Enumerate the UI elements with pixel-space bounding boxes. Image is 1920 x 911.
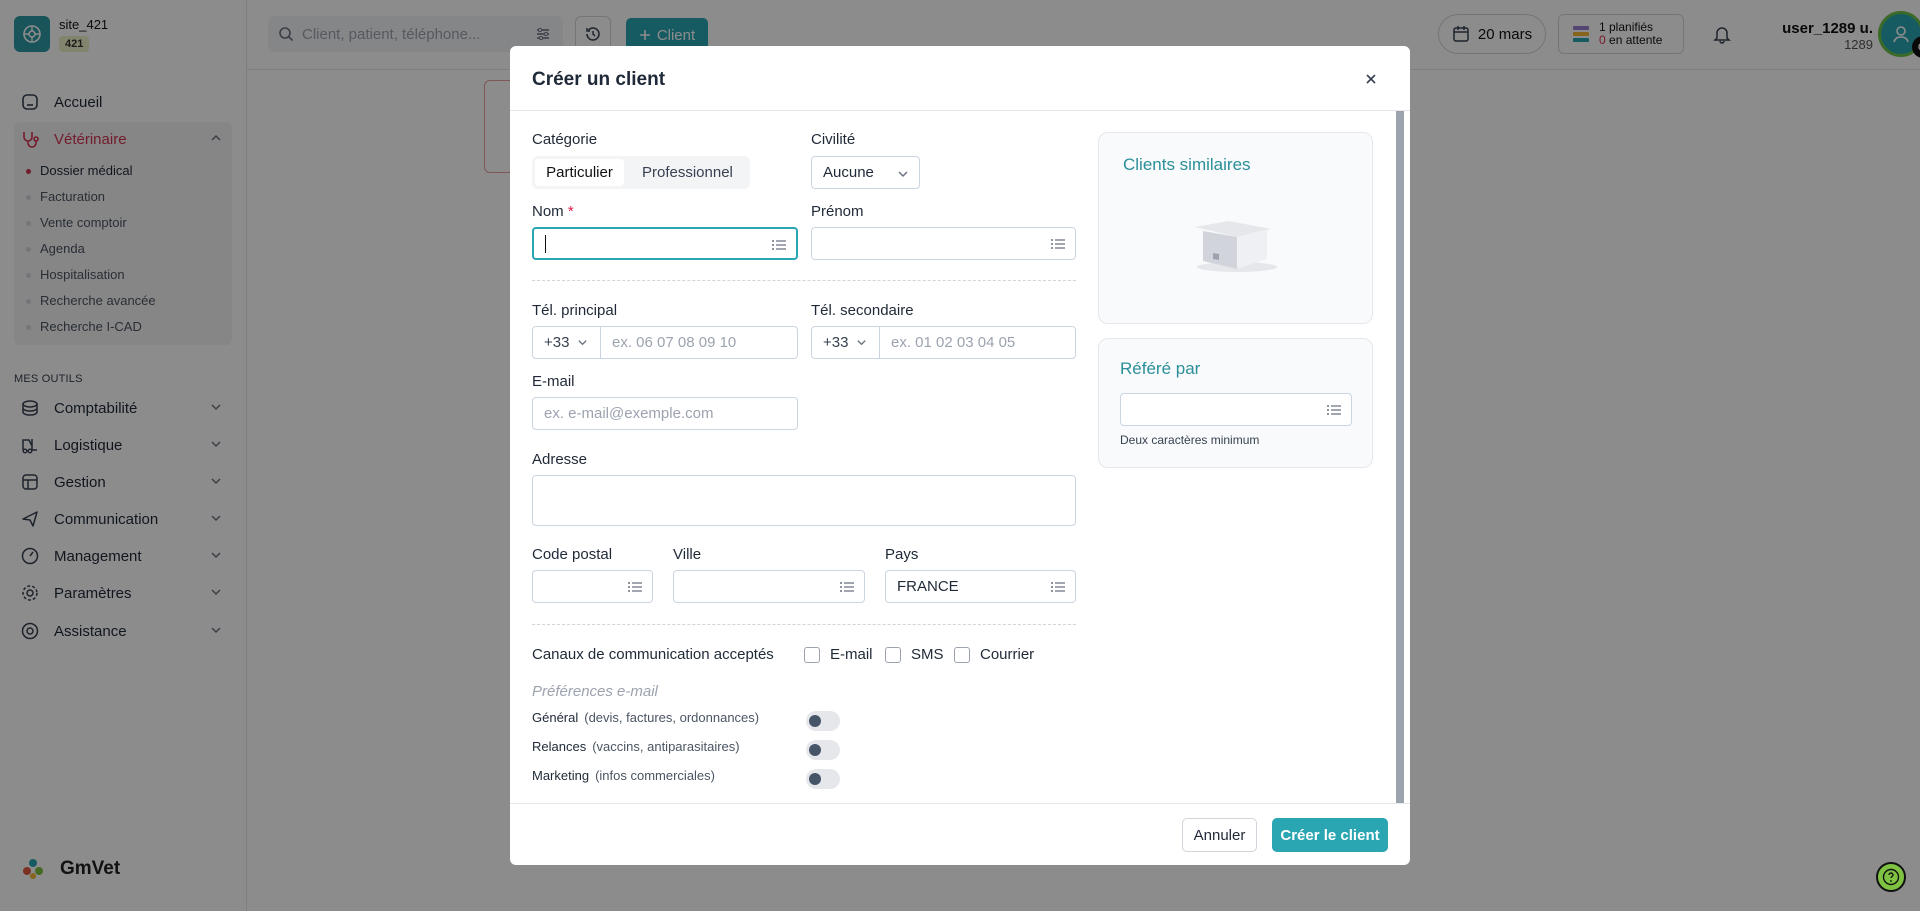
tel-secondaire-label: Tél. secondaire (811, 302, 914, 319)
code-postal-input[interactable] (532, 570, 653, 603)
pref-detail: (devis, factures, ordonnances) (584, 710, 760, 725)
list-icon[interactable] (627, 580, 643, 594)
prenom-input[interactable] (811, 227, 1076, 260)
tel-principal-label: Tél. principal (532, 302, 618, 319)
code-postal-label: Code postal (532, 546, 613, 563)
pays-label: Pays (885, 546, 919, 563)
checkbox[interactable] (885, 646, 901, 663)
civilite-select[interactable]: Aucune (811, 156, 920, 189)
text-caret (545, 234, 546, 253)
pref-general-toggle[interactable] (806, 711, 840, 731)
list-icon[interactable] (1050, 580, 1066, 594)
checkbox-label: SMS (911, 646, 944, 663)
pref-general: Général (devis, factures, ordonnances) (532, 710, 759, 725)
pref-label: Relances (532, 739, 587, 754)
pref-marketing-toggle[interactable] (806, 769, 840, 789)
list-icon[interactable] (771, 238, 787, 252)
similar-clients-title: Clients similaires (1123, 155, 1251, 174)
canal-sms-checkbox[interactable]: SMS (885, 646, 944, 663)
ville-input[interactable] (673, 570, 865, 603)
canal-courrier-checkbox[interactable]: Courrier (954, 646, 1034, 663)
ville-label: Ville (673, 546, 702, 563)
tel-principal-field[interactable]: +33 ex. 06 07 08 09 10 (532, 326, 798, 359)
pref-marketing: Marketing (infos commerciales) (532, 768, 715, 783)
email-label: E-mail (532, 373, 575, 390)
pref-relances: Relances (vaccins, antiparasitaires) (532, 739, 740, 754)
tel-secondaire-input[interactable]: ex. 01 02 03 04 05 (880, 327, 1075, 358)
civilite-label: Civilité (811, 131, 856, 148)
checkbox-label: Courrier (980, 646, 1035, 663)
refere-par-hint: Deux caractères minimum (1120, 433, 1260, 447)
category-professionnel[interactable]: Professionnel (642, 159, 733, 186)
modal-header: Créer un client (510, 46, 1410, 111)
civilite-value: Aucune (823, 164, 874, 181)
email-placeholder: ex. e-mail@exemple.com (544, 405, 714, 422)
pays-value: FRANCE (897, 578, 959, 595)
pref-label: Général (532, 710, 579, 725)
list-icon[interactable] (839, 580, 855, 594)
create-client-button[interactable]: Créer le client (1272, 818, 1388, 852)
toggle-knob (809, 773, 821, 785)
categorie-label: Catégorie (532, 131, 598, 148)
chevron-down-icon (897, 168, 909, 180)
cancel-button[interactable]: Annuler (1182, 818, 1257, 852)
pref-relances-toggle[interactable] (806, 740, 840, 760)
list-icon[interactable] (1050, 237, 1066, 251)
close-icon[interactable] (1363, 71, 1379, 87)
modal-title: Créer un client (532, 69, 666, 90)
tel-principal-input[interactable]: ex. 06 07 08 09 10 (601, 327, 797, 358)
nom-input[interactable] (532, 227, 798, 260)
modal-footer: Annuler Créer le client (510, 803, 1410, 865)
chevron-down-icon (577, 337, 588, 348)
toggle-knob (809, 715, 821, 727)
section-divider (532, 624, 1076, 625)
pays-input[interactable]: FRANCE (885, 570, 1076, 603)
prenom-label: Prénom (811, 203, 864, 220)
country-code-select[interactable]: +33 (812, 327, 880, 358)
scrollbar[interactable] (1396, 111, 1404, 803)
required-asterisk: * (567, 203, 574, 220)
tel-secondaire-field[interactable]: +33 ex. 01 02 03 04 05 (811, 326, 1076, 359)
country-code-select[interactable]: +33 (533, 327, 601, 358)
canaux-label: Canaux de communication acceptés (532, 646, 774, 663)
refere-par-panel: Référé par Deux caractères minimum (1098, 338, 1373, 468)
nom-label-text: Nom (532, 203, 564, 220)
nom-label: Nom * (532, 203, 574, 220)
preferences-title: Préférences e-mail (532, 683, 658, 700)
checkbox[interactable] (954, 646, 970, 663)
chevron-down-icon (856, 337, 867, 348)
email-input[interactable]: ex. e-mail@exemple.com (532, 397, 798, 430)
category-particulier[interactable]: Particulier (535, 159, 624, 186)
country-code: +33 (823, 334, 849, 351)
help-icon[interactable] (1876, 862, 1906, 892)
category-segmented-control: Particulier Professionnel (532, 156, 750, 189)
pref-label: Marketing (532, 768, 590, 783)
toggle-knob (809, 744, 821, 756)
section-divider (532, 280, 1076, 281)
checkbox[interactable] (804, 646, 820, 663)
adresse-label: Adresse (532, 451, 588, 468)
country-code: +33 (544, 334, 570, 351)
refere-par-title: Référé par (1120, 359, 1201, 378)
refere-par-input[interactable] (1120, 393, 1352, 426)
list-icon[interactable] (1326, 403, 1342, 417)
canal-email-checkbox[interactable]: E-mail (804, 646, 873, 663)
pref-detail: (infos commerciales) (595, 768, 715, 783)
pref-detail: (vaccins, antiparasitaires) (592, 739, 740, 754)
similar-clients-panel: Clients similaires (1098, 132, 1373, 324)
adresse-textarea[interactable] (532, 475, 1076, 526)
create-client-modal: Créer un client Catégorie Particulier Pr… (510, 46, 1410, 865)
checkbox-label: E-mail (830, 646, 873, 663)
empty-box-icon (1187, 215, 1283, 275)
